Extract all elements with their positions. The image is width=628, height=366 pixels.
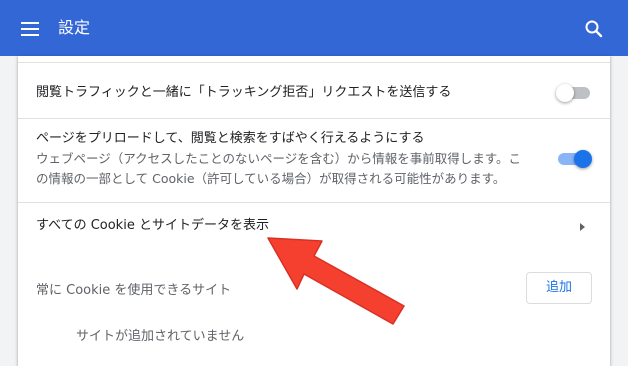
all-cookies-row[interactable]: すべての Cookie とサイトデータを表示 (18, 203, 610, 249)
preload-description: の情報の一部として Cookie（許可している場合）が取得される可能性があります… (36, 171, 506, 186)
do-not-track-toggle[interactable] (556, 83, 592, 103)
preload-toggle[interactable] (556, 149, 592, 169)
divider (18, 62, 610, 63)
app-header: 設定 (0, 0, 628, 56)
add-site-button[interactable]: 追加 (526, 272, 592, 304)
do-not-track-label: 閲覧トラフィックと一緒に「トラッキング拒否」リクエストを送信する (36, 85, 452, 100)
preload-description: ウェブページ（アクセスしたことのないページを含む）から情報を事前取得します。こ (36, 151, 522, 166)
all-cookies-label: すべての Cookie とサイトデータを表示 (36, 218, 269, 233)
empty-list-message: サイトが追加されていません (76, 329, 245, 344)
chevron-right-icon (580, 223, 585, 231)
always-allow-section-label: 常に Cookie を使用できるサイト (36, 283, 232, 298)
settings-card: 閲覧トラフィックと一緒に「トラッキング拒否」リクエストを送信する ページをプリロ… (18, 56, 610, 366)
page-title: 設定 (58, 18, 91, 37)
divider (18, 118, 610, 119)
search-icon[interactable] (582, 17, 606, 41)
hamburger-menu-icon[interactable] (18, 17, 42, 41)
preload-label: ページをプリロードして、閲覧と検索をすばやく行えるようにする (36, 131, 425, 146)
